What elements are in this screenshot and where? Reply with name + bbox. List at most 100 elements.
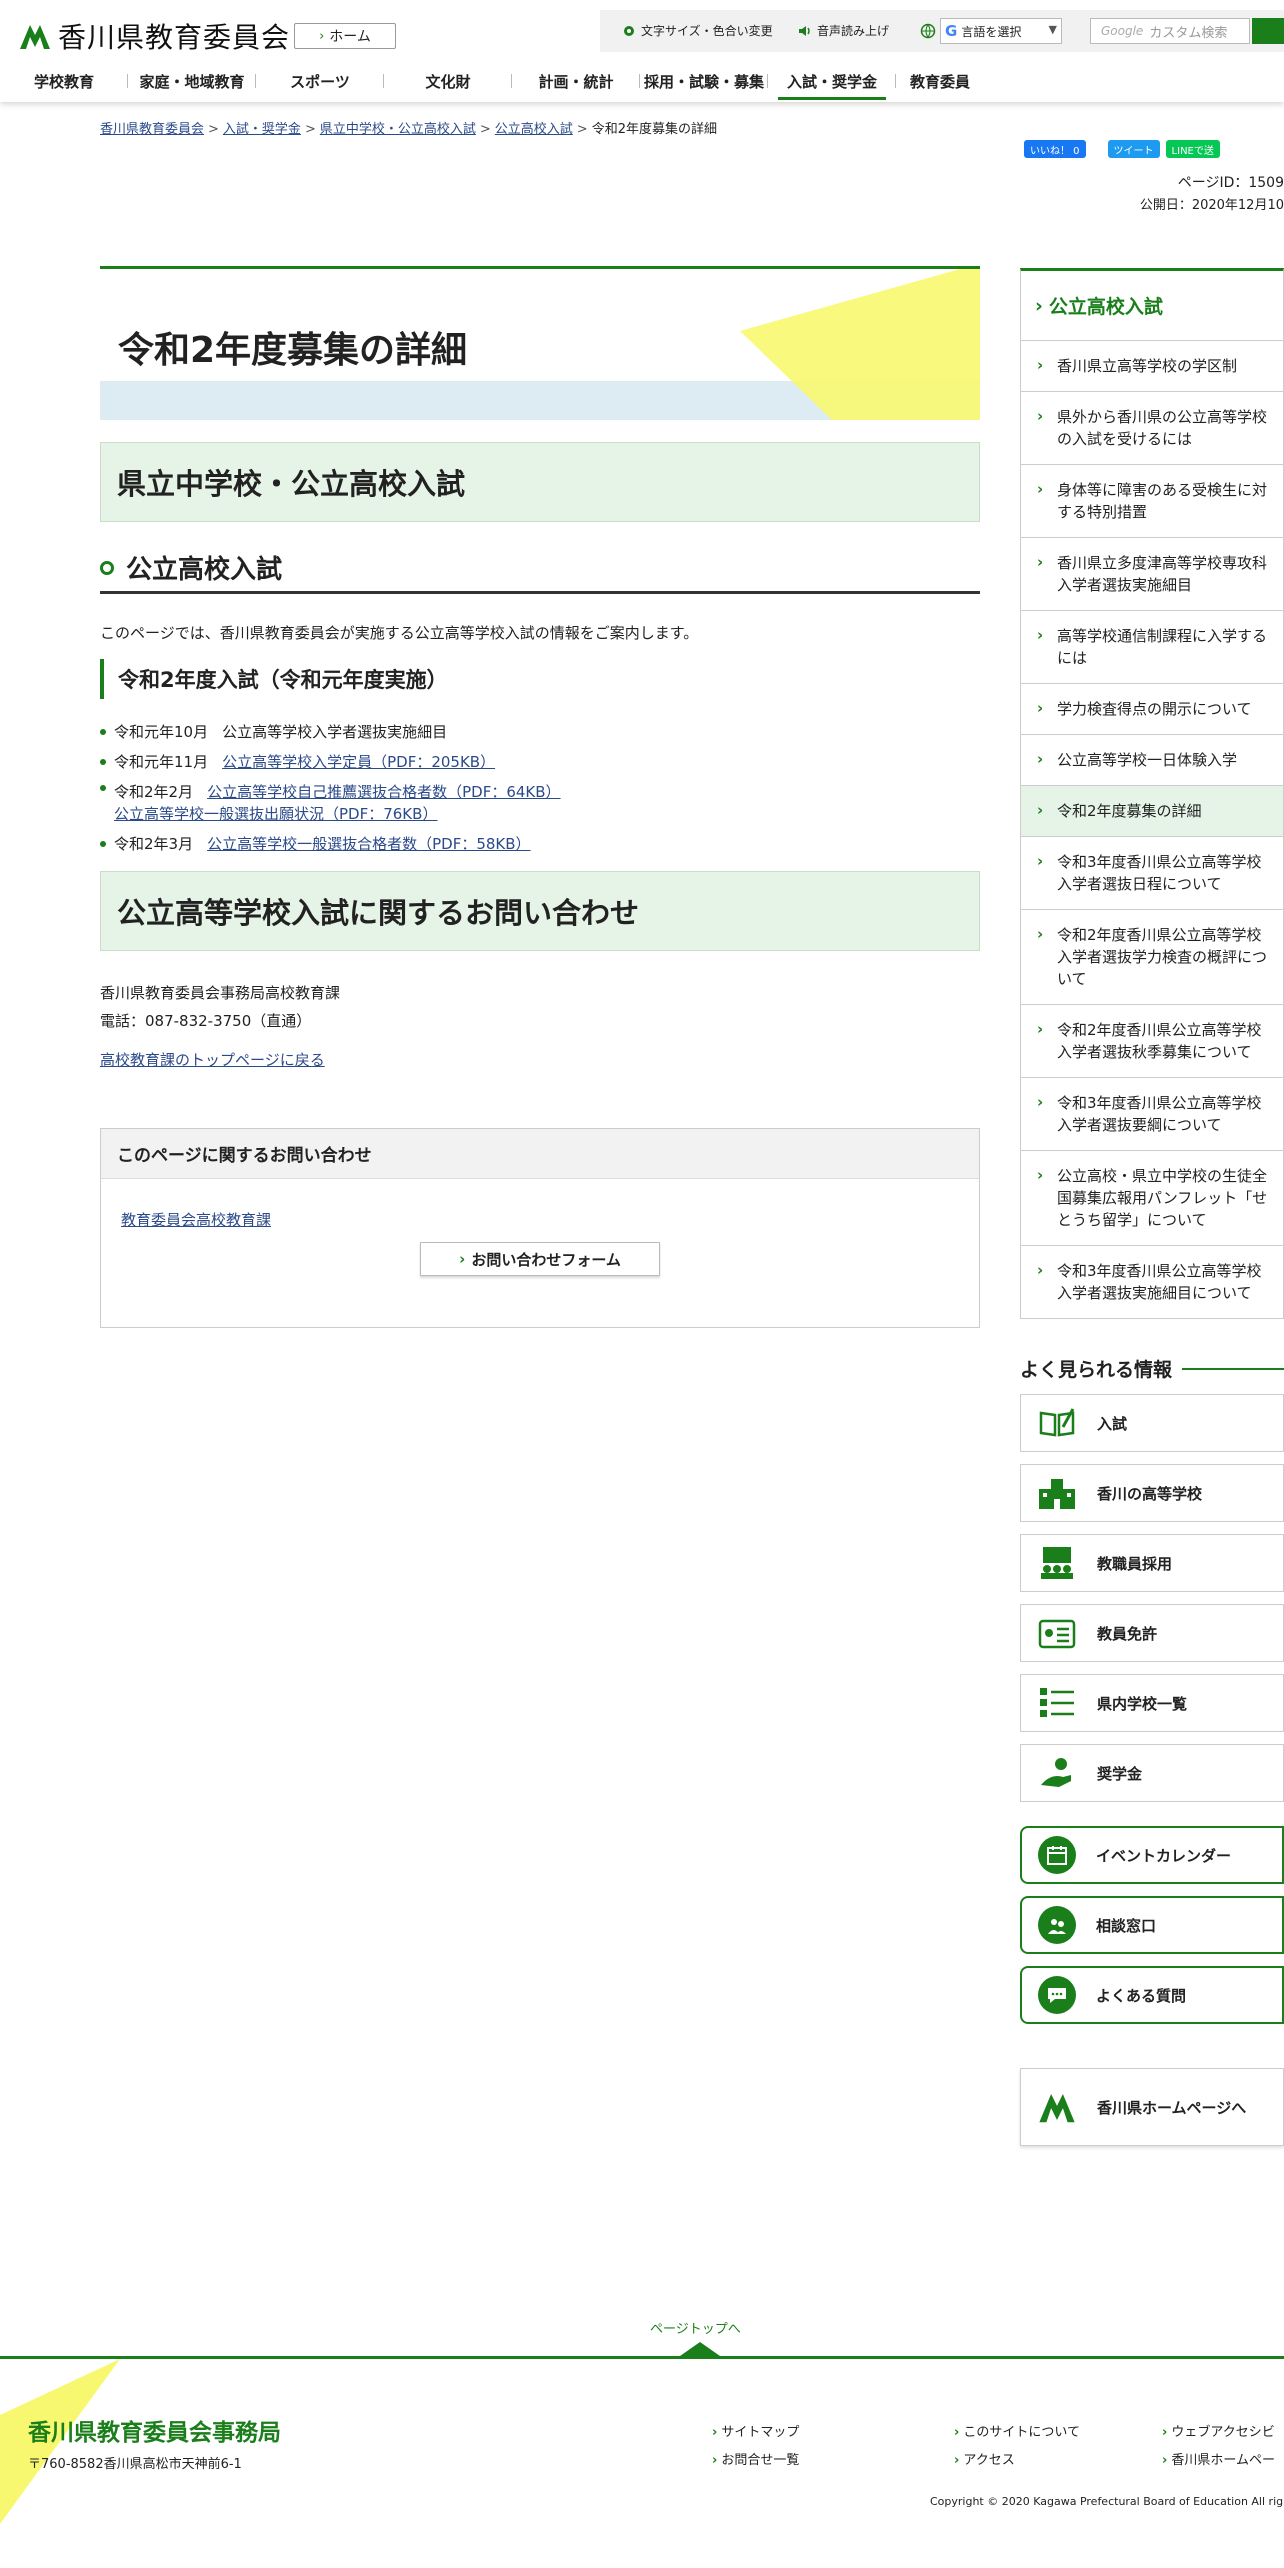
nav-family-community[interactable]: 家庭・地域教育 [128,62,256,100]
contact-org: 香川県教育委員会事務局高校教育課 [100,984,341,1002]
global-nav: 学校教育 家庭・地域教育 スポーツ 文化財 計画・統計 採用・試験・募集 入試・… [0,62,1284,100]
footer-link-accessibility[interactable]: › ウェブアクセシビ [1162,2421,1275,2440]
inquiry-heading: このページに関するお問い合わせ [101,1129,979,1179]
chevron-right-icon: › [954,2453,960,2468]
nav-board[interactable]: 教育委員 [896,62,1024,100]
footer-address: 〒760-8582香川県高松市天神前6-1 [28,2457,242,2472]
sidebar-item[interactable]: 香川県立多度津高等学校専攻科入学者選抜実施細目 [1021,538,1283,611]
sidebar: › 公立高校入試 香川県立高等学校の学区制 県外から香川県の公立高等学校の入試を… [1020,268,1284,2146]
sidebar-heading[interactable]: › 公立高校入試 [1021,271,1283,341]
popular-link-teacher-license[interactable]: 教員免許 [1020,1604,1284,1662]
font-size-color-link[interactable]: 文字サイズ・色合い変更 [622,22,773,39]
department-link[interactable]: 教育委員会高校教育課 [121,1209,979,1230]
site-logo[interactable]: 香川県教育委員会 [18,18,290,54]
faq-link[interactable]: よくある質問 [1020,1966,1284,2024]
main-content: 令和2年度募集の詳細 県立中学校・公立高校入試 公立高校入試 このページでは、香… [100,266,980,1328]
nav-cultural-property[interactable]: 文化財 [384,62,512,100]
sidebar-item[interactable]: 令和2年度香川県公立高等学校入学者選抜秋季募集について [1021,1005,1283,1078]
nav-plans-statistics[interactable]: 計画・統計 [512,62,640,100]
share-buttons: いいね！ 0 ツイート LINEで送 [1024,140,1220,158]
school-list-icon [1040,1688,1074,1717]
search-brand: Google [1101,24,1144,38]
sidebar-item[interactable]: 令和3年度香川県公立高等学校入学者選抜要綱について [1021,1078,1283,1151]
footer-link-label: このサイトについて [963,2425,1080,2440]
event-calendar-link[interactable]: イベントカレンダー [1020,1826,1284,1884]
popular-link-scholarship[interactable]: 奨学金 [1020,1744,1284,1802]
speaker-icon [799,25,810,36]
sidebar-item[interactable]: 令和3年度香川県公立高等学校入学者選抜日程について [1021,837,1283,910]
list-item: 令和2年3月 公立高等学校一般選抜合格者数（PDF：58KB） [100,829,980,859]
breadcrumb-current: 令和2年度募集の詳細 [591,122,717,137]
quick-link-label: 相談窓口 [1096,1916,1157,1935]
pdf-link[interactable]: 公立高等学校一般選抜出願状況（PDF：76KB） [114,805,437,823]
sidebar-item[interactable]: 県外から香川県の公立高等学校の入試を受けるには [1021,392,1283,465]
breadcrumb-link[interactable]: 公立高校入試 [495,122,573,137]
sidebar-item-current[interactable]: 令和2年度募集の詳細 [1021,786,1283,837]
popular-link-high-schools[interactable]: 香川の高等学校 [1020,1464,1284,1522]
license-card-icon [1038,1619,1076,1649]
year-heading: 令和2年度入試（令和元年度実施） [100,659,980,699]
item-date: 令和元年11月 [114,753,209,771]
breadcrumb-link[interactable]: 入試・奨学金 [223,122,301,137]
consultation-icon [1038,1906,1076,1944]
nav-sports[interactable]: スポーツ [256,62,384,100]
sidebar-item[interactable]: 公立高等学校一日体験入学 [1021,735,1283,786]
subsection-heading: 公立高校入試 [100,544,980,594]
nav-recruitment[interactable]: 採用・試験・募集 [640,62,768,100]
section-heading: 公立高等学校入試に関するお問い合わせ [100,871,980,951]
consultation-link[interactable]: 相談窓口 [1020,1896,1284,1954]
pdf-link[interactable]: 公立高等学校入学定員（PDF：205KB） [222,753,495,771]
popular-link-school-list[interactable]: 県内学校一覧 [1020,1674,1284,1732]
footer-link-inquiry-list[interactable]: › お問合せ一覧 [712,2449,799,2468]
search-input[interactable]: Google カスタム検索 [1090,18,1250,44]
footer-link-access[interactable]: › アクセス [954,2449,1015,2468]
popular-label: 香川の高等学校 [1097,1484,1203,1503]
breadcrumb-link[interactable]: 香川県教育委員会 [100,122,204,137]
tweet-button[interactable]: ツイート [1107,140,1160,158]
facebook-like-button[interactable]: いいね！ 0 [1024,140,1086,158]
search-button[interactable] [1252,18,1284,44]
popular-label: 奨学金 [1097,1764,1143,1783]
sidebar-item[interactable]: 高等学校通信制課程に入学するには [1021,611,1283,684]
page-top-arrow-icon[interactable] [680,2342,720,2356]
sidebar-item[interactable]: 公立高校・県立中学校の生徒全国募集広報用パンフレット「せとうち留学」について [1021,1151,1283,1246]
kagawa-pref-link[interactable]: 香川県ホームページへ [1020,2068,1284,2146]
language-select[interactable]: G 言語を選択 ▼ [940,18,1062,44]
nav-school-education[interactable]: 学校教育 [0,62,128,100]
item-date: 令和2年3月 [114,835,194,853]
pdf-link[interactable]: 公立高等学校自己推薦選抜合格者数（PDF：64KB） [207,783,560,801]
sidebar-item[interactable]: 香川県立高等学校の学区制 [1021,341,1283,392]
popular-heading-text: よく見られる情報 [1020,1359,1173,1381]
popular-link-admission[interactable]: 入試 [1020,1394,1284,1452]
voice-reader-link[interactable]: 音声読み上げ [798,22,889,39]
sidebar-item[interactable]: 令和2年度香川県公立高等学校入学者選抜学力検査の概評について [1021,910,1283,1005]
sidebar-item[interactable]: 学力検査得点の開示について [1021,684,1283,735]
section-heading: 県立中学校・公立高校入試 [100,442,980,522]
school-building-icon [1039,1479,1075,1509]
title-box: 令和2年度募集の詳細 [100,266,980,420]
speech-bubble-icon [1038,1976,1076,2014]
sidebar-item[interactable]: 身体等に障害のある受検生に対する特別措置 [1021,465,1283,538]
popular-link-teacher-recruitment[interactable]: 教職員採用 [1020,1534,1284,1592]
inquiry-form-button[interactable]: › お問い合わせフォーム [420,1242,660,1276]
contact-info: 香川県教育委員会事務局高校教育課 電話：087-832-3750（直通） [100,979,980,1035]
nav-admission-scholarship[interactable]: 入試・奨学金 [768,62,896,100]
back-to-top-link[interactable]: 高校教育課のトップページに戻る [100,1049,325,1070]
footer-link-pref-homepage[interactable]: › 香川県ホームペー [1162,2449,1275,2468]
list-item: 令和元年10月 公立高等学校入学者選抜実施細目 [100,717,980,747]
footer-link-label: 香川県ホームペー [1171,2453,1275,2468]
page-top-link[interactable]: ページトップへ [650,2318,741,2337]
chevron-right-icon: › [459,1250,466,1268]
footer-link-label: ウェブアクセシビ [1171,2425,1275,2440]
inquiry-box: このページに関するお問い合わせ 教育委員会高校教育課 › お問い合わせフォーム [100,1128,980,1328]
sidebar-item[interactable]: 令和3年度香川県公立高等学校入学者選抜実施細目について [1021,1246,1283,1318]
item-date: 令和2年2月 [114,783,194,801]
pdf-link[interactable]: 公立高等学校一般選抜合格者数（PDF：58KB） [207,835,530,853]
breadcrumb-link[interactable]: 県立中学校・公立高校入試 [320,122,476,137]
line-share-button[interactable]: LINEで送 [1165,140,1220,158]
list-item: 令和2年2月 公立高等学校自己推薦選抜合格者数（PDF：64KB） 公立高等学校一… [100,777,980,829]
footer-link-sitemap[interactable]: › サイトマップ [712,2421,799,2440]
footer-link-about[interactable]: › このサイトについて [954,2421,1080,2440]
footer-link-label: アクセス [963,2453,1015,2468]
home-button[interactable]: › ホーム [294,23,396,49]
